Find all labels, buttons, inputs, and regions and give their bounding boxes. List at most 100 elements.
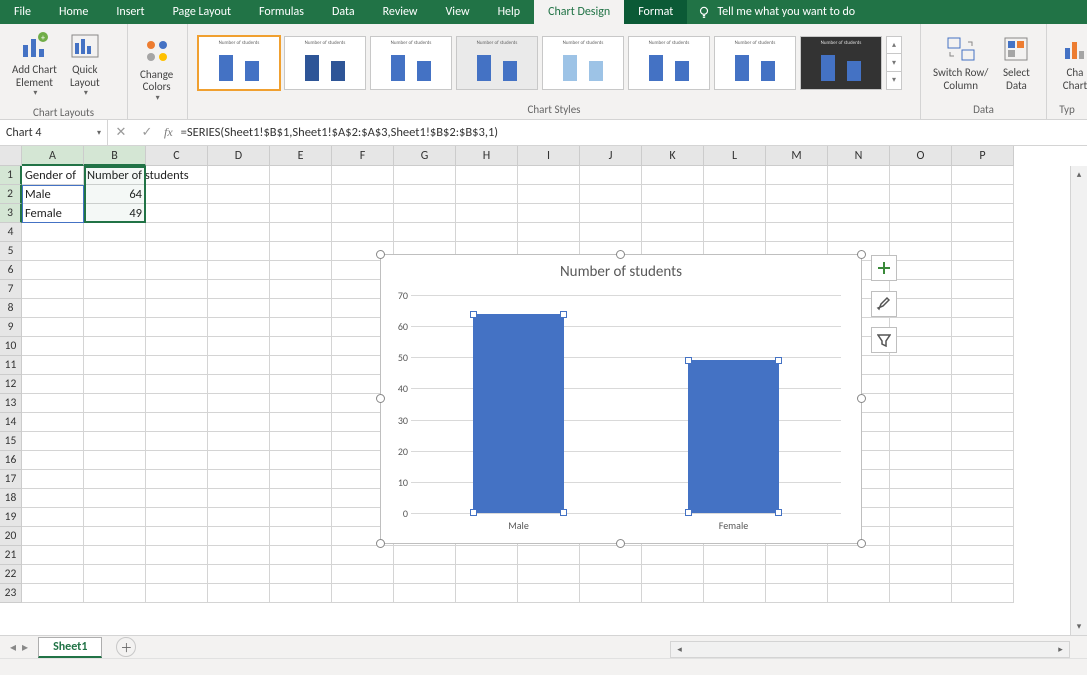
fx-icon[interactable]: fx xyxy=(164,125,173,140)
cell[interactable] xyxy=(84,565,146,584)
row-header[interactable]: 19 xyxy=(0,508,22,527)
cell[interactable] xyxy=(208,375,270,394)
cell[interactable] xyxy=(456,223,518,242)
cell[interactable] xyxy=(270,337,332,356)
chart-bar[interactable] xyxy=(473,314,563,513)
cell[interactable] xyxy=(146,299,208,318)
series-handle[interactable] xyxy=(560,509,567,516)
cell[interactable] xyxy=(270,318,332,337)
cell[interactable] xyxy=(952,432,1014,451)
cell[interactable] xyxy=(146,242,208,261)
cell[interactable] xyxy=(84,375,146,394)
cell[interactable] xyxy=(456,185,518,204)
cell[interactable] xyxy=(518,166,580,185)
cell[interactable] xyxy=(332,584,394,603)
row-header[interactable]: 16 xyxy=(0,451,22,470)
cell[interactable] xyxy=(22,508,84,527)
cell[interactable] xyxy=(580,223,642,242)
row-header[interactable]: 11 xyxy=(0,356,22,375)
cell[interactable] xyxy=(642,204,704,223)
column-header[interactable]: D xyxy=(208,146,270,166)
row-header[interactable]: 21 xyxy=(0,546,22,565)
cell[interactable] xyxy=(890,508,952,527)
cell[interactable] xyxy=(518,584,580,603)
cell[interactable] xyxy=(22,375,84,394)
cell[interactable] xyxy=(890,413,952,432)
scroll-up-icon[interactable]: ▴ xyxy=(1071,166,1087,183)
row-header[interactable]: 6 xyxy=(0,261,22,280)
cell[interactable] xyxy=(208,242,270,261)
cell[interactable] xyxy=(208,546,270,565)
cell[interactable] xyxy=(642,166,704,185)
cell[interactable] xyxy=(766,546,828,565)
cell[interactable] xyxy=(456,584,518,603)
cell[interactable] xyxy=(518,223,580,242)
chart-style-1[interactable]: Number of students xyxy=(198,36,280,90)
cell[interactable] xyxy=(22,299,84,318)
cell[interactable] xyxy=(890,280,952,299)
cell[interactable] xyxy=(952,508,1014,527)
series-handle[interactable] xyxy=(470,509,477,516)
cell[interactable] xyxy=(270,546,332,565)
quick-layout-button[interactable]: Quick Layout▾ xyxy=(63,28,107,100)
cell[interactable] xyxy=(208,185,270,204)
cell[interactable] xyxy=(146,470,208,489)
cell[interactable]: Female xyxy=(22,204,84,223)
tab-home[interactable]: Home xyxy=(45,0,102,24)
cell[interactable] xyxy=(332,223,394,242)
cell[interactable] xyxy=(580,584,642,603)
series-handle[interactable] xyxy=(560,311,567,318)
column-header[interactable]: F xyxy=(332,146,394,166)
cell[interactable] xyxy=(332,166,394,185)
add-chart-element-button[interactable]: + Add Chart Element▾ xyxy=(6,28,63,100)
cell[interactable] xyxy=(84,356,146,375)
cell[interactable] xyxy=(84,527,146,546)
cell[interactable] xyxy=(890,546,952,565)
cell[interactable] xyxy=(952,242,1014,261)
chart-style-7[interactable]: Number of students xyxy=(714,36,796,90)
sheet-nav-next[interactable]: ▸ xyxy=(22,640,28,655)
cell[interactable] xyxy=(22,356,84,375)
cell[interactable] xyxy=(84,413,146,432)
cell[interactable] xyxy=(890,337,952,356)
chart-styles-button[interactable] xyxy=(871,291,897,317)
cell[interactable] xyxy=(952,261,1014,280)
cell[interactable] xyxy=(84,451,146,470)
cell[interactable] xyxy=(704,185,766,204)
column-header[interactable]: H xyxy=(456,146,518,166)
chart-elements-button[interactable] xyxy=(871,255,897,281)
tab-format[interactable]: Format xyxy=(624,0,687,24)
cell[interactable] xyxy=(146,166,208,185)
cell[interactable] xyxy=(146,432,208,451)
cell[interactable] xyxy=(146,565,208,584)
cell[interactable] xyxy=(890,299,952,318)
cell[interactable] xyxy=(890,451,952,470)
chart-style-2[interactable]: Number of students xyxy=(284,36,366,90)
cell[interactable] xyxy=(208,527,270,546)
column-header[interactable]: C xyxy=(146,146,208,166)
cell[interactable]: Male xyxy=(22,185,84,204)
cell[interactable] xyxy=(270,489,332,508)
cell[interactable] xyxy=(146,508,208,527)
vertical-scrollbar[interactable]: ▴ ▾ xyxy=(1070,166,1087,635)
cell[interactable] xyxy=(270,584,332,603)
tab-data[interactable]: Data xyxy=(318,0,369,24)
cell[interactable] xyxy=(952,185,1014,204)
cell[interactable] xyxy=(828,546,890,565)
cell[interactable] xyxy=(890,394,952,413)
cell[interactable] xyxy=(394,204,456,223)
sheet-tab[interactable]: Sheet1 xyxy=(38,637,102,658)
cell[interactable] xyxy=(146,280,208,299)
row-header[interactable]: 8 xyxy=(0,299,22,318)
cell[interactable] xyxy=(890,318,952,337)
tab-insert[interactable]: Insert xyxy=(102,0,158,24)
resize-handle[interactable] xyxy=(616,250,625,259)
cell[interactable] xyxy=(890,584,952,603)
cell[interactable] xyxy=(22,394,84,413)
horizontal-scrollbar[interactable]: ◂ ▸ xyxy=(670,641,1070,658)
chart-bar[interactable] xyxy=(688,360,778,513)
column-header[interactable]: A xyxy=(22,146,84,166)
chart-title[interactable]: Number of students xyxy=(381,255,861,285)
cell[interactable] xyxy=(146,337,208,356)
row-header[interactable]: 3 xyxy=(0,204,22,223)
